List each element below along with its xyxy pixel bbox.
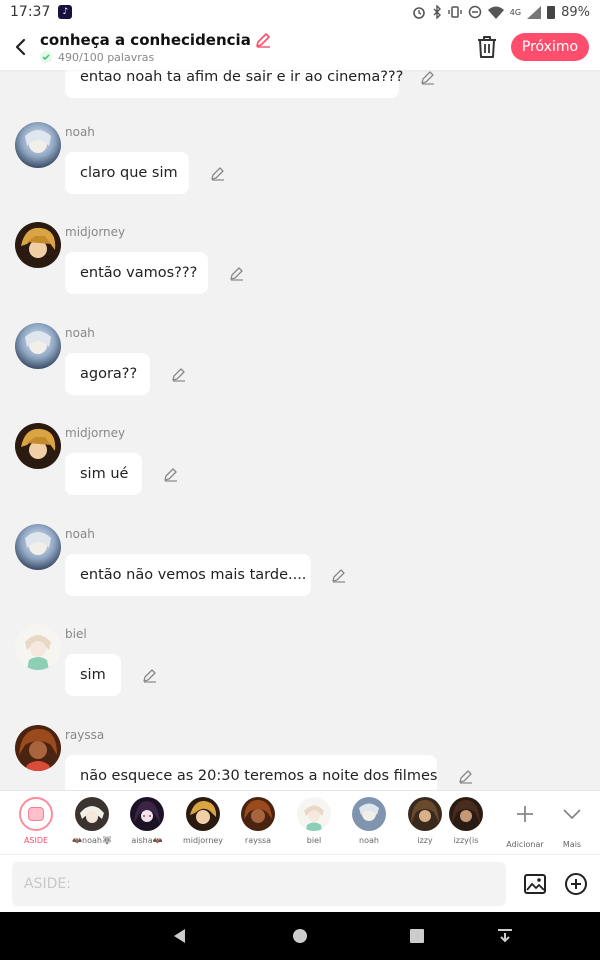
avatar[interactable]	[15, 524, 61, 570]
edit-message-icon[interactable]	[142, 667, 158, 683]
network-label: 4G	[509, 7, 522, 17]
app-notification-icon: ♪	[58, 5, 73, 19]
chat-area[interactable]: entao noah ta afim de sair e ir ao cinem…	[0, 70, 600, 790]
story-title: conheça a conhecidencia	[40, 30, 251, 49]
avatar[interactable]	[15, 423, 61, 469]
character-aisha[interactable]: aisha🦇	[119, 797, 175, 845]
nav-recents-icon[interactable]	[407, 926, 427, 946]
character-izzy-is[interactable]: izzy(is	[444, 797, 488, 845]
character-label: Mais	[562, 840, 582, 849]
edit-message-icon[interactable]	[171, 366, 187, 382]
next-button[interactable]: Próximo	[511, 33, 589, 61]
author-name: noah	[65, 527, 95, 541]
aside-icon	[19, 797, 53, 831]
avatar	[449, 797, 483, 831]
trash-icon	[478, 36, 496, 58]
character-bar[interactable]: ASIDE 🦇noah🐺 aisha🦇 midjorney rayssa bie…	[0, 790, 600, 854]
chevron-down-icon	[563, 809, 581, 820]
author-name: noah	[65, 326, 95, 340]
nav-keyboard-hide-icon[interactable]	[495, 926, 515, 946]
edit-message-icon[interactable]	[420, 70, 436, 85]
more-button[interactable]: Mais	[544, 797, 600, 849]
status-bar: 17:37 ♪ 4G 89%	[0, 0, 600, 24]
avatar	[75, 797, 109, 831]
author-name: biel	[65, 627, 87, 641]
message-bubble[interactable]: então não vemos mais tarde....	[65, 554, 311, 596]
character-midjorney[interactable]: midjorney	[175, 797, 231, 845]
author-name: midjorney	[65, 225, 126, 239]
character-aside[interactable]: ASIDE	[8, 797, 64, 845]
edit-title-icon[interactable]	[254, 31, 272, 49]
input-bar	[0, 854, 600, 912]
battery-level: 89%	[561, 4, 590, 20]
message-bubble[interactable]: não esquece as 20:30 teremos a noite dos…	[65, 755, 437, 790]
dnd-icon	[468, 5, 482, 19]
plus-circle-icon	[565, 873, 587, 895]
check-icon	[40, 51, 52, 63]
avatar[interactable]	[15, 725, 61, 771]
message-bubble[interactable]: sim	[65, 654, 121, 696]
avatar[interactable]	[15, 122, 61, 168]
edit-message-icon[interactable]	[229, 265, 245, 281]
avatar	[297, 797, 331, 831]
battery-icon	[547, 5, 556, 19]
word-count: 490/100 palavras	[58, 50, 155, 64]
avatar	[130, 797, 164, 831]
wifi-icon	[487, 6, 504, 19]
character-label: rayssa	[244, 836, 272, 845]
avatar	[241, 797, 275, 831]
author-name: rayssa	[65, 728, 105, 742]
character-noah-bat[interactable]: 🦇noah🐺	[64, 797, 120, 845]
message-bubble[interactable]: agora??	[65, 353, 150, 395]
alarm-icon	[412, 7, 425, 19]
character-label: biel	[306, 836, 322, 845]
avatar[interactable]	[15, 624, 61, 670]
edit-message-icon[interactable]	[163, 466, 179, 482]
back-button[interactable]	[0, 24, 40, 70]
character-rayssa[interactable]: rayssa	[230, 797, 286, 845]
character-biel[interactable]: biel	[286, 797, 342, 845]
bluetooth-icon	[433, 5, 441, 19]
character-label: aisha🦇	[131, 836, 163, 845]
message-bubble[interactable]: sim ué	[65, 453, 142, 495]
status-icons: 4G 89%	[412, 5, 590, 20]
author-name: noah	[65, 125, 95, 139]
edit-message-icon[interactable]	[210, 165, 226, 181]
avatar	[408, 797, 442, 831]
avatar[interactable]	[15, 323, 61, 369]
character-noah[interactable]: noah	[341, 797, 397, 845]
delete-button[interactable]	[476, 34, 498, 60]
avatar[interactable]	[15, 222, 61, 268]
character-label: 🦇noah🐺	[72, 836, 112, 845]
image-icon	[524, 874, 546, 894]
status-time: 17:37	[10, 4, 51, 20]
system-nav-bar	[0, 912, 600, 960]
character-label: midjorney	[182, 836, 224, 845]
character-label: ASIDE	[23, 836, 49, 845]
edit-message-icon[interactable]	[458, 768, 474, 784]
character-label: noah	[359, 836, 379, 845]
avatar	[352, 797, 386, 831]
message-bubble[interactable]: então vamos???	[65, 252, 208, 294]
header: conheça a conhecidencia 490/100 palavras…	[0, 24, 600, 70]
back-arrow-icon	[15, 38, 26, 56]
character-label: izzy(is	[453, 836, 479, 845]
avatar	[186, 797, 220, 831]
edit-message-icon[interactable]	[331, 567, 347, 583]
title-block: conheça a conhecidencia 490/100 palavras	[40, 31, 272, 64]
message-bubble[interactable]: entao noah ta afim de sair e ir ao cinem…	[65, 70, 403, 98]
nav-back-icon[interactable]	[170, 926, 190, 946]
plus-icon	[517, 806, 533, 822]
message-input[interactable]	[12, 862, 506, 906]
nav-home-icon[interactable]	[290, 926, 310, 946]
author-name: midjorney	[65, 426, 126, 440]
message-bubble[interactable]: claro que sim	[65, 152, 189, 194]
signal-icon	[527, 5, 542, 19]
vibrate-icon	[448, 6, 462, 18]
add-button[interactable]	[564, 872, 588, 896]
image-button[interactable]	[523, 872, 547, 896]
